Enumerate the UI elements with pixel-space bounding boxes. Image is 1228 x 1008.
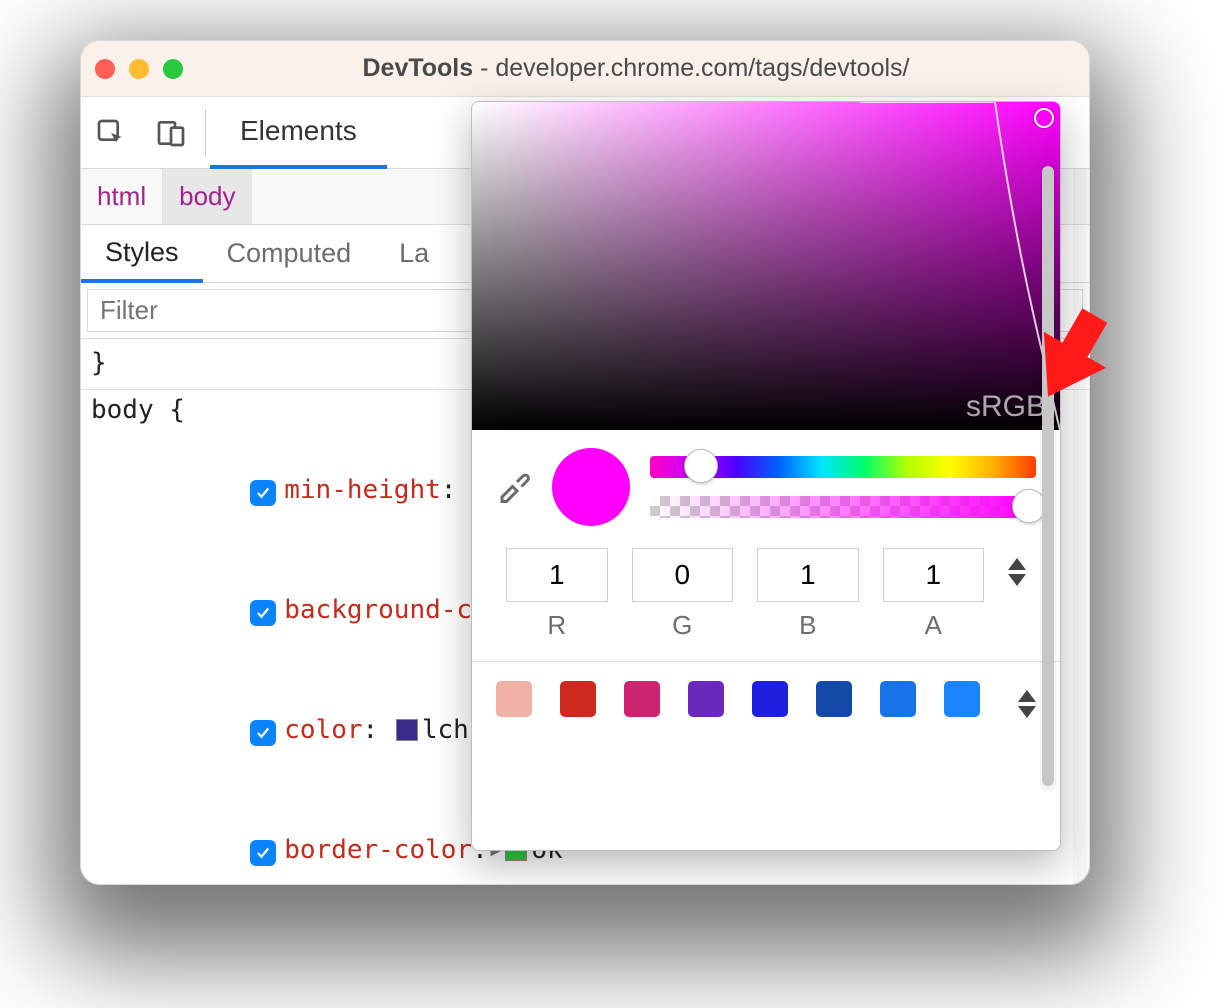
color-picker-panel: sRGB R G <box>471 101 1061 851</box>
checkbox-icon[interactable] <box>250 840 276 866</box>
maximize-window-button[interactable] <box>163 59 183 79</box>
palette-swatch[interactable] <box>752 681 788 717</box>
color-format-switcher[interactable] <box>1008 548 1026 586</box>
picker-scrollbar[interactable] <box>1040 162 1056 792</box>
alpha-slider[interactable] <box>650 496 1036 518</box>
channel-r-input[interactable] <box>506 548 608 602</box>
device-toolbar-icon[interactable] <box>141 97 201 168</box>
channel-b-label: B <box>757 610 859 641</box>
channel-a-input[interactable] <box>883 548 985 602</box>
subtab-layout[interactable]: La <box>375 225 453 282</box>
scrollbar-thumb[interactable] <box>1042 166 1054 786</box>
devtools-window: DevTools - developer.chrome.com/tags/dev… <box>80 40 1090 885</box>
channel-b-input[interactable] <box>757 548 859 602</box>
hue-slider-handle[interactable] <box>684 449 718 483</box>
color-palette <box>472 662 1060 736</box>
checkbox-icon[interactable] <box>250 480 276 506</box>
separator <box>205 109 206 156</box>
palette-swatch[interactable] <box>688 681 724 717</box>
channel-r-label: R <box>506 610 608 641</box>
palette-swatch[interactable] <box>944 681 980 717</box>
chevron-up-icon <box>1018 690 1036 702</box>
inspect-element-icon[interactable] <box>81 97 141 168</box>
window-title: DevTools - developer.chrome.com/tags/dev… <box>197 54 1075 83</box>
channel-a-label: A <box>883 610 985 641</box>
chevron-down-icon <box>1008 574 1026 586</box>
palette-swatch[interactable] <box>816 681 852 717</box>
channel-g-input[interactable] <box>632 548 734 602</box>
tab-elements[interactable]: Elements <box>210 97 387 169</box>
chevron-up-icon <box>1008 558 1026 570</box>
checkbox-icon[interactable] <box>250 720 276 746</box>
window-scrollbar[interactable] <box>1073 169 1087 885</box>
breadcrumb-html[interactable]: html <box>81 169 162 224</box>
titlebar: DevTools - developer.chrome.com/tags/dev… <box>81 41 1089 97</box>
palette-swatch[interactable] <box>560 681 596 717</box>
chevron-down-icon <box>1018 706 1036 718</box>
annotation-arrow-icon <box>1012 295 1132 415</box>
close-window-button[interactable] <box>95 59 115 79</box>
subtab-computed[interactable]: Computed <box>203 225 376 282</box>
spectrum-picker-handle[interactable] <box>1034 108 1054 128</box>
subtab-styles[interactable]: Styles <box>81 225 203 283</box>
channel-g-label: G <box>632 610 734 641</box>
minimize-window-button[interactable] <box>129 59 149 79</box>
palette-switcher[interactable] <box>1018 680 1036 718</box>
color-spectrum[interactable]: sRGB <box>472 102 1060 430</box>
palette-swatch[interactable] <box>880 681 916 717</box>
checkbox-icon[interactable] <box>250 600 276 626</box>
palette-swatch[interactable] <box>624 681 660 717</box>
color-channel-inputs: R G B A <box>472 526 1060 641</box>
palette-swatch[interactable] <box>496 681 532 717</box>
breadcrumb-body[interactable]: body <box>162 169 251 224</box>
eyedropper-icon[interactable] <box>496 467 532 508</box>
color-swatch-icon[interactable] <box>396 719 418 741</box>
hue-slider[interactable] <box>650 456 1036 478</box>
current-color-swatch <box>552 448 630 526</box>
